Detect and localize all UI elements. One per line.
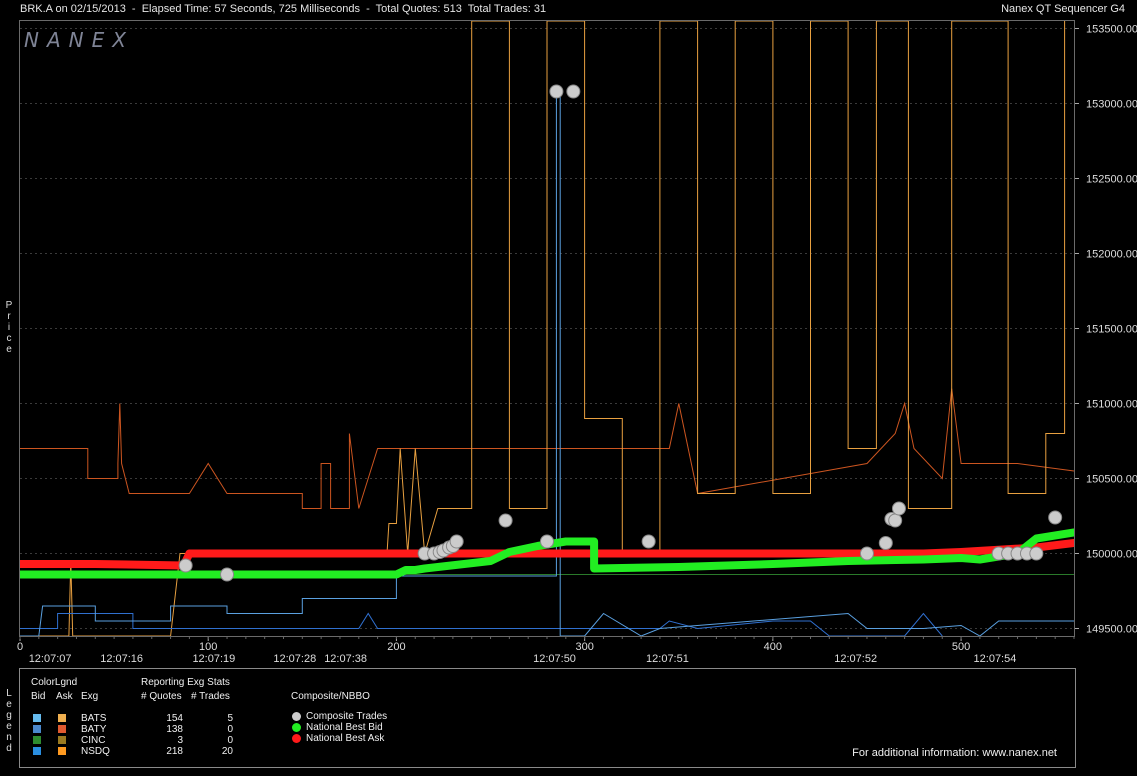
bid-swatch-nsdq bbox=[33, 747, 41, 755]
ask-swatch-nsdq bbox=[58, 747, 66, 755]
exg-quotes: 138 bbox=[166, 724, 183, 735]
composite-swatch bbox=[292, 712, 301, 721]
price-axis-label: Price bbox=[5, 300, 13, 355]
exg-name: BATS bbox=[81, 713, 107, 724]
ask-swatch-bats bbox=[58, 714, 66, 722]
plot-frame bbox=[19, 20, 1075, 637]
y-tick-label: 150500.00 bbox=[1086, 474, 1137, 486]
time-label: 12:07:16 bbox=[100, 653, 143, 665]
y-tick-label: 151000.00 bbox=[1086, 399, 1137, 411]
exg-name: BATY bbox=[81, 724, 107, 735]
x-tick-label: 400 bbox=[764, 641, 782, 653]
trades-header: # Trades bbox=[191, 691, 230, 702]
composite-swatch bbox=[292, 723, 301, 732]
time-label: 12:07:51 bbox=[646, 653, 689, 665]
time-label: 12:07:19 bbox=[192, 653, 235, 665]
exg-quotes: 154 bbox=[166, 713, 183, 724]
composite-label: National Best Ask bbox=[306, 733, 385, 744]
x-tick-label: 100 bbox=[199, 641, 217, 653]
exg-name: NSDQ bbox=[81, 746, 110, 757]
time-label: 12:07:38 bbox=[324, 653, 367, 665]
bid-header: Bid bbox=[31, 691, 46, 702]
x-tick-label: 500 bbox=[952, 641, 970, 653]
y-tick-label: 152500.00 bbox=[1086, 174, 1137, 186]
time-label: 12:07:07 bbox=[29, 653, 72, 665]
time-label: 12:07:50 bbox=[533, 653, 576, 665]
y-tick-label: 153500.00 bbox=[1086, 24, 1137, 36]
composite-swatch bbox=[292, 734, 301, 743]
exg-header: Exg bbox=[81, 691, 99, 702]
exg-trades: 5 bbox=[227, 713, 233, 724]
exg-trades: 0 bbox=[227, 724, 233, 735]
legend-vertical-label: Legend bbox=[6, 688, 12, 754]
y-tick-label: 153000.00 bbox=[1086, 99, 1137, 111]
bid-swatch-baty bbox=[33, 725, 41, 733]
x-tick-label: 0 bbox=[17, 641, 23, 653]
bid-swatch-cinc bbox=[33, 736, 41, 744]
exg-quotes: 218 bbox=[166, 746, 183, 757]
exg-name: CINC bbox=[81, 735, 106, 746]
color-legend-title: ColorLgnd bbox=[31, 677, 78, 688]
time-label: 12:07:52 bbox=[834, 653, 877, 665]
y-tick-label: 150000.00 bbox=[1086, 549, 1137, 561]
exg-quotes: 3 bbox=[177, 735, 183, 746]
time-label: 12:07:54 bbox=[974, 653, 1017, 665]
quotes-header: # Quotes bbox=[141, 691, 182, 702]
exg-trades: 0 bbox=[227, 735, 233, 746]
ask-swatch-baty bbox=[58, 725, 66, 733]
time-label: 12:07:28 bbox=[273, 653, 316, 665]
x-tick-label: 300 bbox=[575, 641, 593, 653]
bid-swatch-bats bbox=[33, 714, 41, 722]
legend-panel: ColorLgnd Bid Ask Exg Reporting Exg Stat… bbox=[19, 668, 1076, 768]
y-tick-label: 149500.00 bbox=[1086, 624, 1137, 636]
ask-swatch-cinc bbox=[58, 736, 66, 744]
x-tick-label: 200 bbox=[387, 641, 405, 653]
y-tick-label: 151500.00 bbox=[1086, 324, 1137, 336]
exg-trades: 20 bbox=[221, 746, 233, 757]
y-tick-label: 152000.00 bbox=[1086, 249, 1137, 261]
ask-header: Ask bbox=[56, 691, 73, 702]
stats-title: Reporting Exg Stats bbox=[141, 677, 230, 688]
composite-label: Composite Trades bbox=[306, 711, 388, 722]
nanex-logo: NANEX bbox=[24, 28, 134, 52]
footer-info: For additional information: www.nanex.ne… bbox=[852, 747, 1057, 759]
composite-label: National Best Bid bbox=[306, 722, 383, 733]
composite-title: Composite/NBBO bbox=[291, 691, 370, 702]
